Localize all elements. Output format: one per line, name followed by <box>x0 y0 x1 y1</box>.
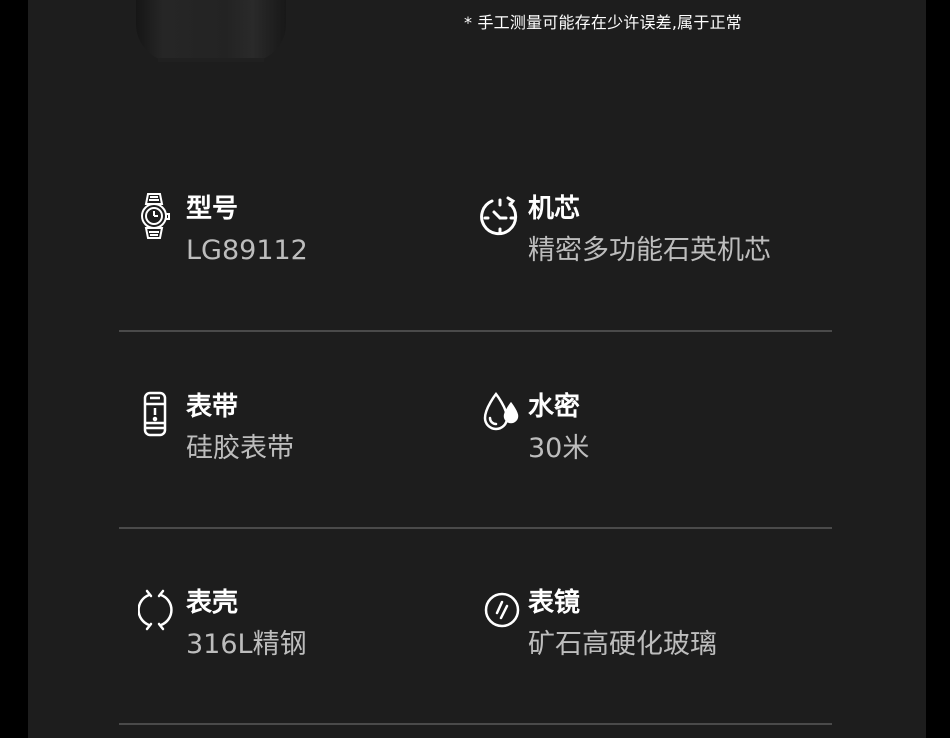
spec-title: 水密 <box>528 392 581 422</box>
divider <box>119 527 832 529</box>
spec-water-resistance: 水密 30米 <box>480 390 840 480</box>
spec-title: 型号 <box>186 194 239 224</box>
watch-icon <box>138 192 178 240</box>
spec-title: 表带 <box>186 392 239 422</box>
divider <box>119 723 832 725</box>
spec-movement: 机芯 精密多功能石英机芯 <box>480 192 840 282</box>
spec-value: 316L精钢 <box>186 629 307 660</box>
crystal-icon <box>480 586 520 634</box>
spec-case: 表壳 316L精钢 <box>138 586 498 676</box>
spec-title: 表镜 <box>528 588 581 618</box>
spec-value: 矿石高硬化玻璃 <box>528 629 717 660</box>
movement-dial-icon <box>480 192 520 240</box>
spec-model: 型号 LG89112 <box>138 192 498 282</box>
divider <box>119 330 832 332</box>
spec-value: 硅胶表带 <box>186 433 294 464</box>
spec-value: 30米 <box>528 433 590 464</box>
spec-page: * 手工测量可能存在少许误差,属于正常 型号 LG89112 机芯 精密多功能石… <box>28 0 926 738</box>
spec-value: 精密多功能石英机芯 <box>528 235 771 266</box>
water-drop-icon <box>480 390 520 438</box>
spec-title: 机芯 <box>528 194 581 224</box>
spec-title: 表壳 <box>186 588 239 618</box>
strap-icon <box>138 390 178 438</box>
measurement-note: * 手工测量可能存在少许误差,属于正常 <box>464 13 742 32</box>
spec-crystal: 表镜 矿石高硬化玻璃 <box>480 586 840 676</box>
spec-strap: 表带 硅胶表带 <box>138 390 498 480</box>
product-image-watch-bottom <box>136 0 286 62</box>
spec-value: LG89112 <box>186 235 308 266</box>
case-icon <box>138 586 178 634</box>
